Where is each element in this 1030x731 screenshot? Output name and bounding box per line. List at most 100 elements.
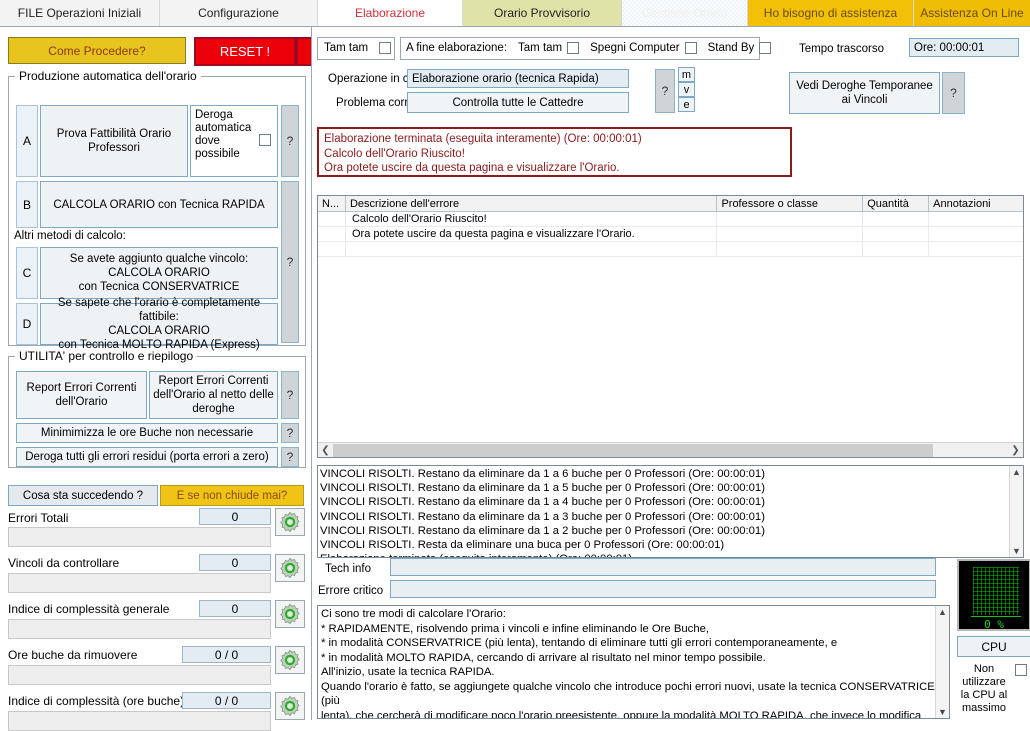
calcola-orario-express-label: Se sapete che l'orario è completamente f… [57,297,261,351]
prova-fattibilita-button[interactable]: Prova Fattibilità Orario Professori [40,105,188,177]
error-grid-horizontal-scrollbar[interactable]: ❮ ❯ [318,442,1023,457]
gear-icon-indice-complessita-generale[interactable] [275,600,305,628]
scroll-right-icon[interactable]: ❯ [1008,445,1023,456]
calcola-orario-express-button[interactable]: Se sapete che l'orario è completamente f… [40,297,278,351]
mve-button-v[interactable]: v [678,82,695,97]
help-button-minimizza[interactable]: ? [281,423,299,443]
info-line: Quando l'orario è fatto, se aggiungete q… [321,680,935,708]
a-fine-elaborazione-row: A fine elaborazione: Tam tam Spegni Comp… [406,42,772,54]
report-errori-netto-deroghe-button[interactable]: Report Errori Correnti dell'Orario al ne… [149,371,278,419]
calcola-orario-rapida-button[interactable]: CALCOLA ORARIO con Tecnica RAPIDA [40,181,278,228]
scroll-up-icon[interactable]: ▲ [938,606,947,618]
help-button-deroghe[interactable]: ? [942,72,965,114]
row-letter-c: C [16,247,38,299]
spegni-computer-checkbox[interactable] [684,42,697,54]
cpu-non-massimo-checkbox[interactable] [1015,664,1027,676]
tab-configurazione[interactable]: Configurazione [160,0,318,26]
metric-label-indice-complessita-ore-buche: Indice di complessità (ore buche) [8,694,185,708]
help-label: ? [950,86,957,100]
tab-ho-bisogno-di-assistenza[interactable]: Ho bisogno di assistenza [748,0,914,26]
errore-critico-label: Errore critico [318,585,384,597]
help-label: ? [286,388,294,402]
table-row[interactable]: Calcolo dell'Orario Riuscito! [318,212,1023,227]
table-row[interactable]: Ora potete uscire da questa pagina e vis… [318,227,1023,242]
log-line: VINCOLI RISOLTI. Restano da eliminare da… [320,482,765,495]
scroll-thumb[interactable] [333,443,933,457]
log-vertical-scrollbar[interactable]: ▲ ▼ [1009,466,1023,557]
gear-icon-ore-buche-da-rimuovere[interactable] [275,646,305,674]
metric-value-vincoli-da-controllare: 0 [199,554,271,571]
mve-button-e[interactable]: e [678,97,695,112]
metric-label-errori-totali: Errori Totali [8,511,69,525]
gear-icon-vincoli-da-controllare[interactable] [275,554,305,582]
tamtam-checkbox[interactable] [379,42,392,54]
stand-by-checkbox[interactable] [759,42,772,54]
mve-v-label: v [683,83,690,96]
help-button-deroga-residui[interactable]: ? [281,447,299,467]
row-letter-d-label: D [22,317,32,331]
help-text-panel[interactable]: Ci sono tre modi di calcolare l'Orario: … [317,605,950,719]
vedi-deroghe-temporanee-button[interactable]: Vedi Deroghe Temporanee ai Vincoli [789,72,940,114]
help-button-bcd[interactable]: ? [281,181,299,343]
top-button-row: Come Procedere? RESET ! [8,37,325,66]
cpu-button[interactable]: CPU [957,636,1030,657]
calcola-orario-conservatrice-button[interactable]: Se avete aggiunto qualche vincolo: CALCO… [40,247,278,299]
help-button-operazione[interactable]: ? [655,69,675,113]
errore-critico-field[interactable] [390,580,936,598]
help-text-vertical-scrollbar[interactable]: ▲ ▼ [935,606,949,718]
afe-tamtam-checkbox[interactable] [567,42,580,54]
scroll-down-icon[interactable]: ▼ [938,706,947,718]
col-quantita: Quantità [863,196,930,211]
report-errori-correnti-button[interactable]: Report Errori Correnti dell'Orario [16,371,147,419]
scroll-left-icon[interactable]: ❮ [318,445,333,456]
info-line: lenta), che cercherà di modificare poco … [321,709,922,719]
metric-label-indice-complessita-generale: Indice di complessità generale [8,602,170,616]
vedi-deroghe-temporanee-label: Vedi Deroghe Temporanee ai Vincoli [796,80,933,106]
error-grid[interactable]: N... Descrizione dell'errore Professore … [317,195,1024,458]
tab-orario-provvisorio[interactable]: Orario Provvisorio [463,0,622,26]
gear-icon-indice-complessita-ore-buche[interactable] [275,692,305,720]
error-grid-header: N... Descrizione dell'errore Professore … [318,196,1024,212]
deroga-errori-residui-button[interactable]: Deroga tutti gli errori residui (porta e… [16,447,278,467]
metric-progress-ore-buche-da-rimuovere [8,665,271,685]
deroga-automatica-box: Deroga automatica dove possibile [190,105,278,177]
gear-icon-errori-totali[interactable] [275,508,305,536]
help-button-a[interactable]: ? [281,105,299,177]
deroga-automatica-checkbox[interactable] [259,134,271,146]
come-procedere-button[interactable]: Come Procedere? [8,37,186,64]
metric-value-indice-complessita-ore-buche: 0 / 0 [182,692,271,709]
a-fine-elaborazione-label: A fine elaborazione: [406,42,508,54]
deroga-errori-residui-label: Deroga tutti gli errori residui (porta e… [25,451,269,463]
help-button-report[interactable]: ? [281,371,299,419]
info-line: * in modalità MOLTO RAPIDA, cercando di … [321,651,766,664]
tab-file-operazioni-iniziali[interactable]: FILE Operazioni Iniziali [0,0,160,26]
tab-label: Configurazione [198,6,279,20]
mve-m-label: m [681,68,692,81]
info-line: * in modalità CONSERVATRICE (più lenta),… [321,637,838,649]
e-se-non-chiude-mai-button[interactable]: E se non chiude mai? [160,485,304,506]
cell-n [318,212,346,226]
scroll-down-icon[interactable]: ▼ [1012,545,1021,557]
log-line: VINCOLI RISOLTI. Restano da eliminare da… [320,468,765,480]
e-se-non-chiude-mai-label: E se non chiude mai? [176,489,288,502]
tab-elaborazione[interactable]: Elaborazione [318,0,463,26]
altri-metodi-label: Altri metodi di calcolo: [14,230,126,242]
cell-n [318,242,346,256]
metric-label-ore-buche-da-rimuovere: Ore buche da rimuovere [8,648,138,662]
mve-button-m[interactable]: m [678,67,695,82]
cell-n [318,227,346,241]
scroll-up-icon[interactable]: ▲ [1012,466,1021,478]
tech-info-field[interactable] [390,558,936,576]
log-output[interactable]: VINCOLI RISOLTI. Restano da eliminare da… [317,465,1024,558]
table-row[interactable] [318,242,1023,257]
cpu-button-label: CPU [981,639,1007,654]
operazione-in-corso-value: Elaborazione orario (tecnica Rapida) [407,69,629,88]
minimizza-ore-buche-button[interactable]: Minimimizza le ore Buche non necessarie [16,423,278,443]
cosa-sta-succedendo-button[interactable]: Cosa sta succedendo ? [8,485,158,506]
reset-button[interactable]: RESET ! [194,37,296,66]
prova-fattibilita-label: Prova Fattibilità Orario Professori [56,128,172,154]
tab-disabled: Gestione Orario [622,0,748,26]
help-label: ? [661,84,669,98]
afe-tamtam-label: Tam tam [518,42,563,54]
tab-assistenza-on-line[interactable]: Assistenza On Line [914,0,1030,26]
